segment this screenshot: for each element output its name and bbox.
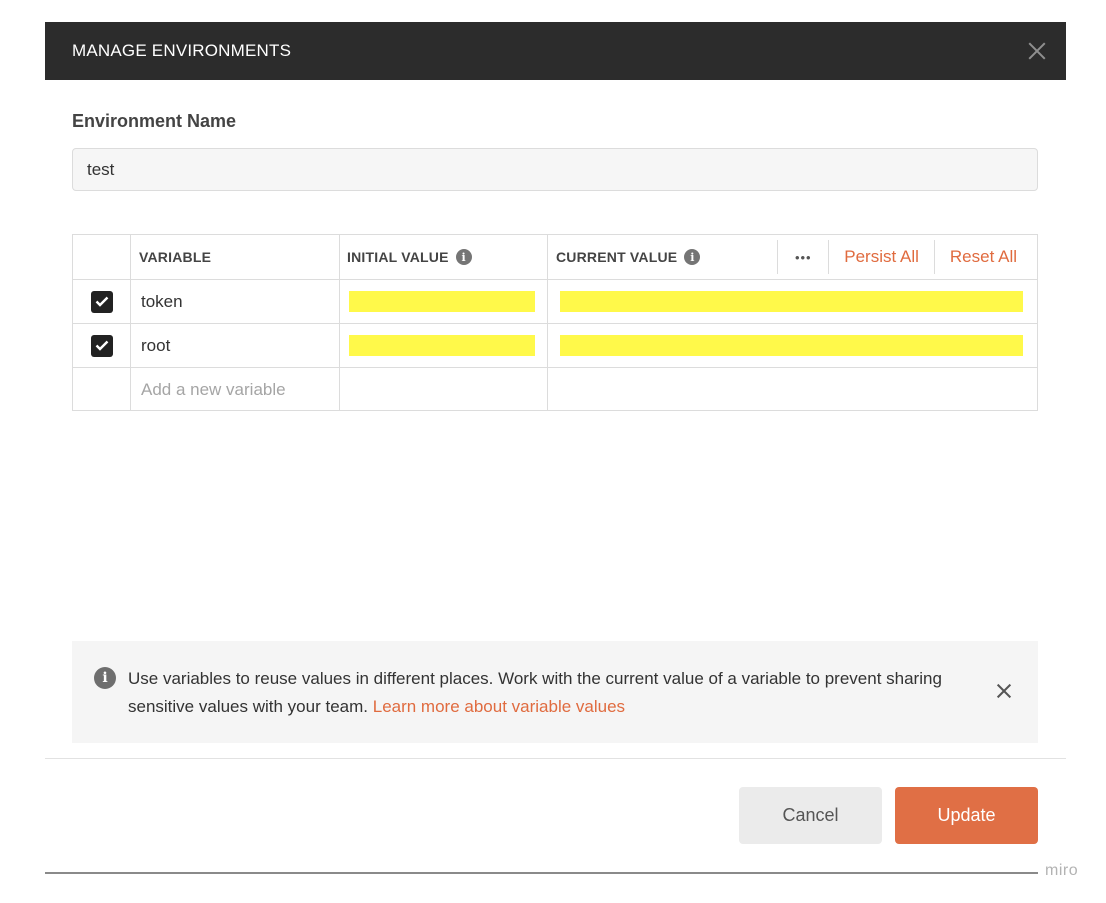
- new-current-value-cell[interactable]: [548, 368, 1037, 411]
- learn-more-link[interactable]: Learn more about variable values: [373, 697, 625, 716]
- row-check-cell: [73, 368, 131, 411]
- add-variable-row: Add a new variable: [73, 367, 1037, 411]
- current-value-cell[interactable]: [548, 324, 1037, 367]
- banner-close-icon[interactable]: [996, 683, 1012, 699]
- column-header-variable-label: VARIABLE: [139, 249, 212, 265]
- modal-title: MANAGE ENVIRONMENTS: [72, 41, 292, 60]
- close-icon[interactable]: [1026, 40, 1048, 62]
- initial-value-cell[interactable]: [340, 280, 548, 323]
- modal-header: MANAGE ENVIRONMENTS: [45, 22, 1066, 80]
- initial-value-info-icon[interactable]: i: [455, 249, 472, 265]
- current-value-cell[interactable]: [548, 280, 1037, 323]
- new-initial-value-cell[interactable]: [340, 368, 548, 411]
- variable-name: token: [141, 291, 183, 311]
- current-value-info-icon[interactable]: i: [684, 249, 701, 265]
- checkmark-icon: [95, 296, 108, 307]
- info-icon: i: [94, 667, 116, 689]
- column-header-current-value: CURRENT VALUE i ••• Persist All Reset Al…: [548, 235, 1037, 279]
- reset-all-button[interactable]: Reset All: [935, 240, 1037, 274]
- environment-name-input[interactable]: [72, 148, 1038, 191]
- variables-table: VARIABLE INITIAL VALUE i CURRENT VALUE i…: [72, 234, 1038, 411]
- footer-divider: [45, 758, 1066, 759]
- header-check-cell: [73, 235, 131, 279]
- column-header-initial-value-label: INITIAL VALUE: [347, 249, 449, 265]
- row-check-cell: [73, 324, 131, 367]
- table-row: token: [73, 279, 1037, 323]
- miro-watermark: miro: [1045, 862, 1079, 879]
- initial-value-redacted: [349, 291, 535, 312]
- variable-name-cell[interactable]: token: [131, 280, 340, 323]
- checkmark-icon: [95, 340, 108, 351]
- variable-name: root: [141, 335, 171, 355]
- update-button[interactable]: Update: [895, 787, 1038, 844]
- initial-value-cell[interactable]: [340, 324, 548, 367]
- cancel-button[interactable]: Cancel: [739, 787, 882, 844]
- variable-enabled-checkbox[interactable]: [90, 334, 113, 357]
- more-options-button[interactable]: •••: [777, 240, 830, 274]
- column-header-variable: VARIABLE: [131, 235, 340, 279]
- current-value-redacted: [560, 335, 1023, 356]
- table-actions: ••• Persist All Reset All: [777, 235, 1037, 279]
- column-header-initial-value: INITIAL VALUE i: [340, 235, 548, 279]
- bottom-border: [45, 872, 1038, 874]
- variable-enabled-checkbox[interactable]: [90, 290, 113, 313]
- info-banner: i Use variables to reuse values in diffe…: [72, 641, 1038, 743]
- current-value-redacted: [560, 291, 1023, 312]
- persist-all-button[interactable]: Persist All: [829, 240, 935, 274]
- banner-text: Use variables to reuse values in differe…: [128, 665, 948, 721]
- row-check-cell: [73, 280, 131, 323]
- initial-value-redacted: [349, 335, 535, 356]
- table-row: root: [73, 323, 1037, 367]
- table-header-row: VARIABLE INITIAL VALUE i CURRENT VALUE i…: [73, 235, 1037, 279]
- environment-name-label: Environment Name: [72, 111, 237, 131]
- variable-name-cell[interactable]: root: [131, 324, 340, 367]
- add-variable-cell[interactable]: Add a new variable: [131, 368, 340, 411]
- add-variable-placeholder: Add a new variable: [141, 379, 286, 399]
- column-header-current-value-label: CURRENT VALUE: [556, 249, 678, 265]
